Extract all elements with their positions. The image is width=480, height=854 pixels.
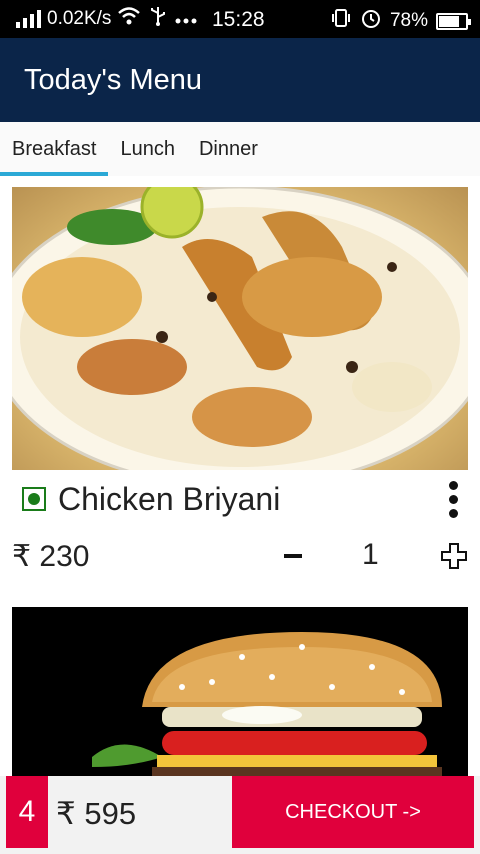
battery-percent: 78% [389, 10, 428, 31]
status-bar: 0.02K/s 15:28 78% [0, 0, 480, 38]
item-quantity: 1 [362, 538, 379, 571]
increase-quantity-button[interactable] [440, 542, 468, 570]
decrease-quantity-button[interactable] [282, 541, 304, 571]
item-name: Chicken Briyani [58, 480, 281, 517]
item-title-row: Chicken Briyani [12, 470, 468, 528]
cart-total: ₹ 595 [56, 796, 137, 831]
more-options-icon[interactable] [438, 478, 468, 520]
checkout-button[interactable]: CHECKOUT -> [232, 776, 474, 848]
tab-breakfast[interactable]: Breakfast [0, 122, 109, 176]
item-price-row: ₹ 230 1 [12, 528, 468, 584]
usb-icon [149, 5, 167, 33]
cart-count-badge: 4 [6, 776, 48, 848]
clock: 15:28 [212, 8, 265, 31]
menu-card: Chicken Briyani ₹ 230 1 [12, 187, 468, 584]
item-price: ₹ 230 [12, 539, 90, 573]
signal-icon [16, 10, 41, 28]
tab-lunch[interactable]: Lunch [108, 122, 187, 176]
wifi-icon [117, 6, 141, 32]
battery-icon [436, 12, 471, 30]
menu-list[interactable]: Chicken Briyani ₹ 230 1 [0, 176, 480, 776]
food-image-biryani [12, 187, 468, 470]
meal-tabs: Breakfast Lunch Dinner [0, 122, 480, 176]
menu-card [12, 607, 468, 776]
alarm-icon [360, 7, 382, 35]
veg-indicator-icon [22, 487, 46, 511]
food-image-burger [12, 607, 468, 776]
vibrate-icon [330, 7, 352, 35]
tab-dinner[interactable]: Dinner [187, 122, 270, 176]
page-title: Today's Menu [24, 63, 203, 96]
app-bar: Today's Menu [0, 38, 480, 122]
more-dots-icon [175, 8, 197, 30]
network-speed: 0.02K/s [47, 8, 112, 29]
cart-bar: 4 ₹ 595 CHECKOUT -> [0, 776, 480, 854]
